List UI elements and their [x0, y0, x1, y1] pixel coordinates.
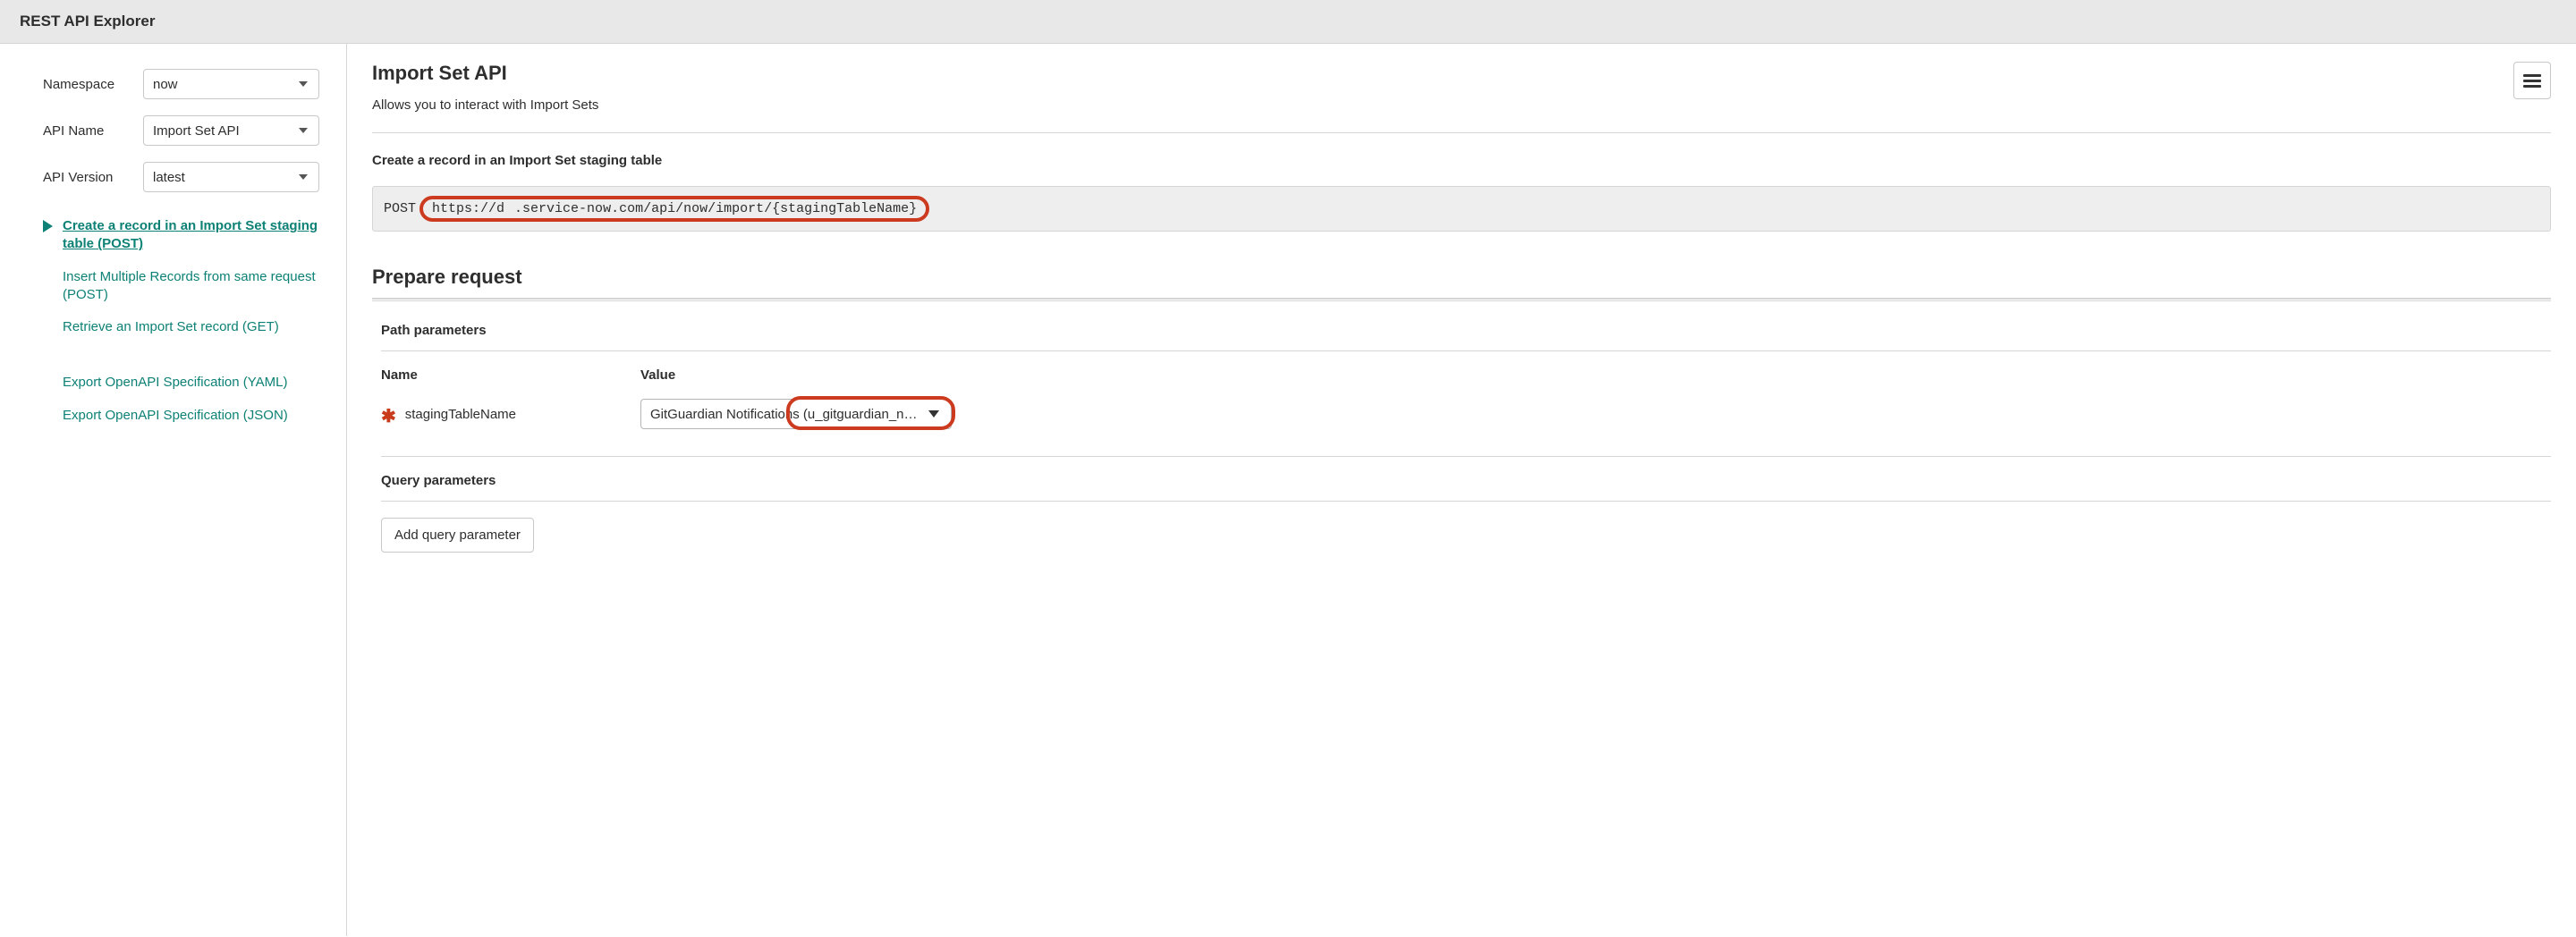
api-version-label: API Version [43, 170, 143, 185]
divider [372, 132, 2551, 133]
nav-item: Export OpenAPI Specification (JSON) [43, 407, 319, 425]
params-header: Name Value [381, 367, 2551, 383]
col-name-header: Name [381, 367, 640, 383]
api-name-label: API Name [43, 123, 143, 139]
endpoint-url-suffix: .service-now.com/api/now/import/{staging… [514, 201, 917, 216]
add-query-param-button[interactable]: Add query parameter [381, 518, 534, 553]
hamburger-icon [2523, 74, 2541, 88]
url-highlight: https://d .service-now.com/api/now/impor… [419, 196, 929, 222]
play-icon [43, 217, 63, 237]
endpoint-url-prefix: https://d [432, 201, 504, 216]
nav-item: Export OpenAPI Specification (YAML) [43, 374, 319, 392]
nav-link-insert-multiple[interactable]: Insert Multiple Records from same reques… [63, 268, 319, 305]
nav-link-retrieve-record[interactable]: Retrieve an Import Set record (GET) [63, 318, 279, 336]
required-asterisk-icon: ✱ [381, 405, 396, 427]
api-name-select[interactable]: Import Set API [143, 115, 319, 146]
param-name-cell: ✱ stagingTableName [381, 403, 640, 426]
api-title: Import Set API [372, 62, 598, 85]
nav-link-export-json[interactable]: Export OpenAPI Specification (JSON) [63, 407, 288, 425]
params-row: ✱ stagingTableName GitGuardian Notificat… [381, 399, 2551, 429]
nav-list: Create a record in an Import Set staging… [43, 217, 319, 425]
endpoint-box: POST https://d .service-now.com/api/now/… [372, 186, 2551, 232]
http-method: POST [384, 201, 416, 216]
page-title: REST API Explorer [20, 13, 2556, 30]
namespace-label: Namespace [43, 77, 143, 92]
namespace-row: Namespace now [43, 69, 319, 99]
param-name: stagingTableName [405, 407, 516, 422]
prepare-title: Prepare request [372, 266, 2551, 289]
main-content: Import Set API Allows you to interact wi… [347, 44, 2576, 936]
api-description: Allows you to interact with Import Sets [372, 97, 598, 113]
menu-button[interactable] [2513, 62, 2551, 99]
header-bar: REST API Explorer [0, 0, 2576, 44]
sidebar: Namespace now API Name Import Set API AP… [0, 44, 347, 936]
api-version-select[interactable]: latest [143, 162, 319, 192]
col-value-header: Value [640, 367, 675, 383]
path-params-title: Path parameters [381, 323, 2551, 338]
nav-item: Insert Multiple Records from same reques… [43, 268, 319, 305]
nav-link-export-yaml[interactable]: Export OpenAPI Specification (YAML) [63, 374, 288, 392]
staging-table-select[interactable]: GitGuardian Notifications (u_gitguardian… [640, 399, 952, 429]
params-divider [381, 501, 2551, 502]
section-divider [372, 298, 2551, 301]
path-params-block: Path parameters Name Value ✱ stagingTabl… [372, 323, 2551, 553]
params-divider [381, 456, 2551, 457]
nav-spacer [43, 350, 319, 374]
namespace-select[interactable]: now [143, 69, 319, 99]
nav-item-active: Create a record in an Import Set staging… [43, 217, 319, 254]
operation-label: Create a record in an Import Set staging… [372, 153, 2551, 168]
content-wrapper: Namespace now API Name Import Set API AP… [0, 44, 2576, 936]
api-version-row: API Version latest [43, 162, 319, 192]
param-value-wrap: GitGuardian Notifications (u_gitguardian… [640, 399, 952, 429]
api-name-row: API Name Import Set API [43, 115, 319, 146]
query-params-title: Query parameters [381, 473, 2551, 488]
nav-link-create-record[interactable]: Create a record in an Import Set staging… [63, 217, 319, 254]
main-top: Import Set API Allows you to interact wi… [372, 62, 2551, 132]
nav-item: Retrieve an Import Set record (GET) [43, 318, 319, 336]
params-divider [381, 350, 2551, 351]
